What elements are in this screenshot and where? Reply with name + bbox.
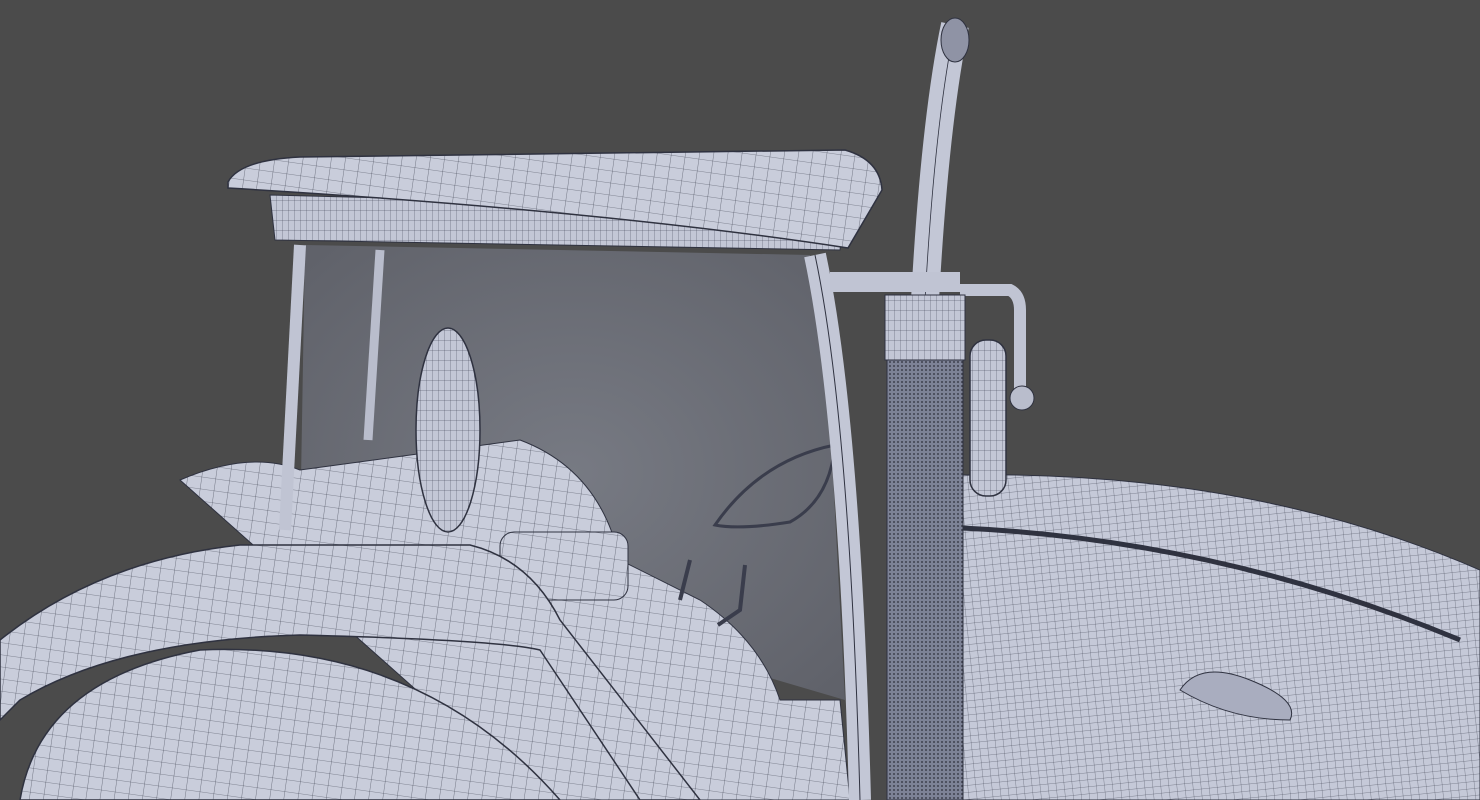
mirror (969, 339, 1007, 497)
exhaust-muffler-top (884, 294, 966, 361)
seat-back (415, 327, 481, 533)
right-fender (949, 474, 1480, 800)
render-viewport (0, 17, 1480, 800)
exhaust-pipe (911, 22, 969, 301)
exhaust-tip (940, 17, 970, 63)
mirror-joint (1009, 385, 1035, 411)
exhaust-muffler (886, 359, 964, 800)
